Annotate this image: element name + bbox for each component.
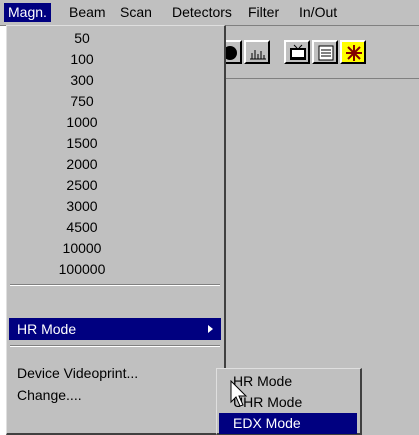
mag-option-100[interactable]: 100 — [7, 49, 157, 70]
menu-separator — [10, 345, 220, 347]
submenu-edx-mode[interactable]: EDX Mode — [219, 413, 357, 434]
toolbar — [216, 40, 419, 68]
menu-scan-label: Scan — [120, 4, 152, 20]
mag-option-2500[interactable]: 2500 — [7, 175, 157, 196]
menu-beam[interactable]: Beam — [65, 3, 110, 22]
histogram-button[interactable] — [244, 40, 270, 64]
change-label: Change.... — [17, 387, 82, 403]
magnification-dropdown: 50 100 300 750 1000 1500 2000 2500 3000 … — [6, 25, 226, 435]
mag-option-100000[interactable]: 100000 — [7, 259, 157, 280]
histogram-icon — [250, 50, 266, 60]
mouse-pointer-icon — [230, 380, 248, 407]
hr-mode-label: HR Mode — [17, 321, 77, 337]
hr-mode-menu-item[interactable]: HR Mode — [9, 318, 221, 340]
mag-option-750[interactable]: 750 — [7, 91, 157, 112]
menu-separator — [10, 284, 220, 286]
menu-magn[interactable]: Magn. — [4, 3, 51, 22]
mag-option-10000[interactable]: 10000 — [7, 238, 157, 259]
mag-option-50[interactable]: 50 — [7, 28, 157, 49]
snowflake-icon — [346, 45, 362, 61]
menu-bar: Magn. Beam Scan Detectors Filter In/Out — [0, 0, 419, 26]
device-videoprint-item[interactable]: Device Videoprint... — [9, 362, 221, 384]
list-button[interactable] — [312, 40, 338, 64]
menu-beam-label: Beam — [69, 4, 106, 20]
menu-filter[interactable]: Filter — [244, 3, 283, 22]
device-videoprint-label: Device Videoprint... — [17, 365, 139, 381]
mag-option-4500[interactable]: 4500 — [7, 217, 157, 238]
menu-filter-label: Filter — [248, 4, 280, 20]
monitor-icon — [290, 44, 306, 60]
mag-option-2000[interactable]: 2000 — [7, 154, 157, 175]
menu-detectors[interactable]: Detectors — [168, 3, 236, 22]
change-item[interactable]: Change.... — [9, 384, 221, 406]
menu-detectors-label: Detectors — [172, 4, 232, 20]
menu-magn-label: Magn. — [8, 4, 47, 20]
toolbar-divider — [222, 78, 419, 79]
mag-option-300[interactable]: 300 — [7, 70, 157, 91]
mag-option-3000[interactable]: 3000 — [7, 196, 157, 217]
menu-scan[interactable]: Scan — [116, 3, 156, 22]
menu-inout-label: In/Out — [299, 4, 338, 20]
snowflake-button[interactable] — [340, 40, 366, 64]
submenu-edx-mode-label: EDX Mode — [233, 415, 301, 431]
monitor-button[interactable] — [284, 40, 310, 64]
mag-option-1000[interactable]: 1000 — [7, 112, 157, 133]
list-icon — [318, 45, 334, 61]
mag-option-1500[interactable]: 1500 — [7, 133, 157, 154]
menu-inout[interactable]: In/Out — [295, 3, 341, 22]
submenu-arrow-icon — [208, 325, 213, 333]
